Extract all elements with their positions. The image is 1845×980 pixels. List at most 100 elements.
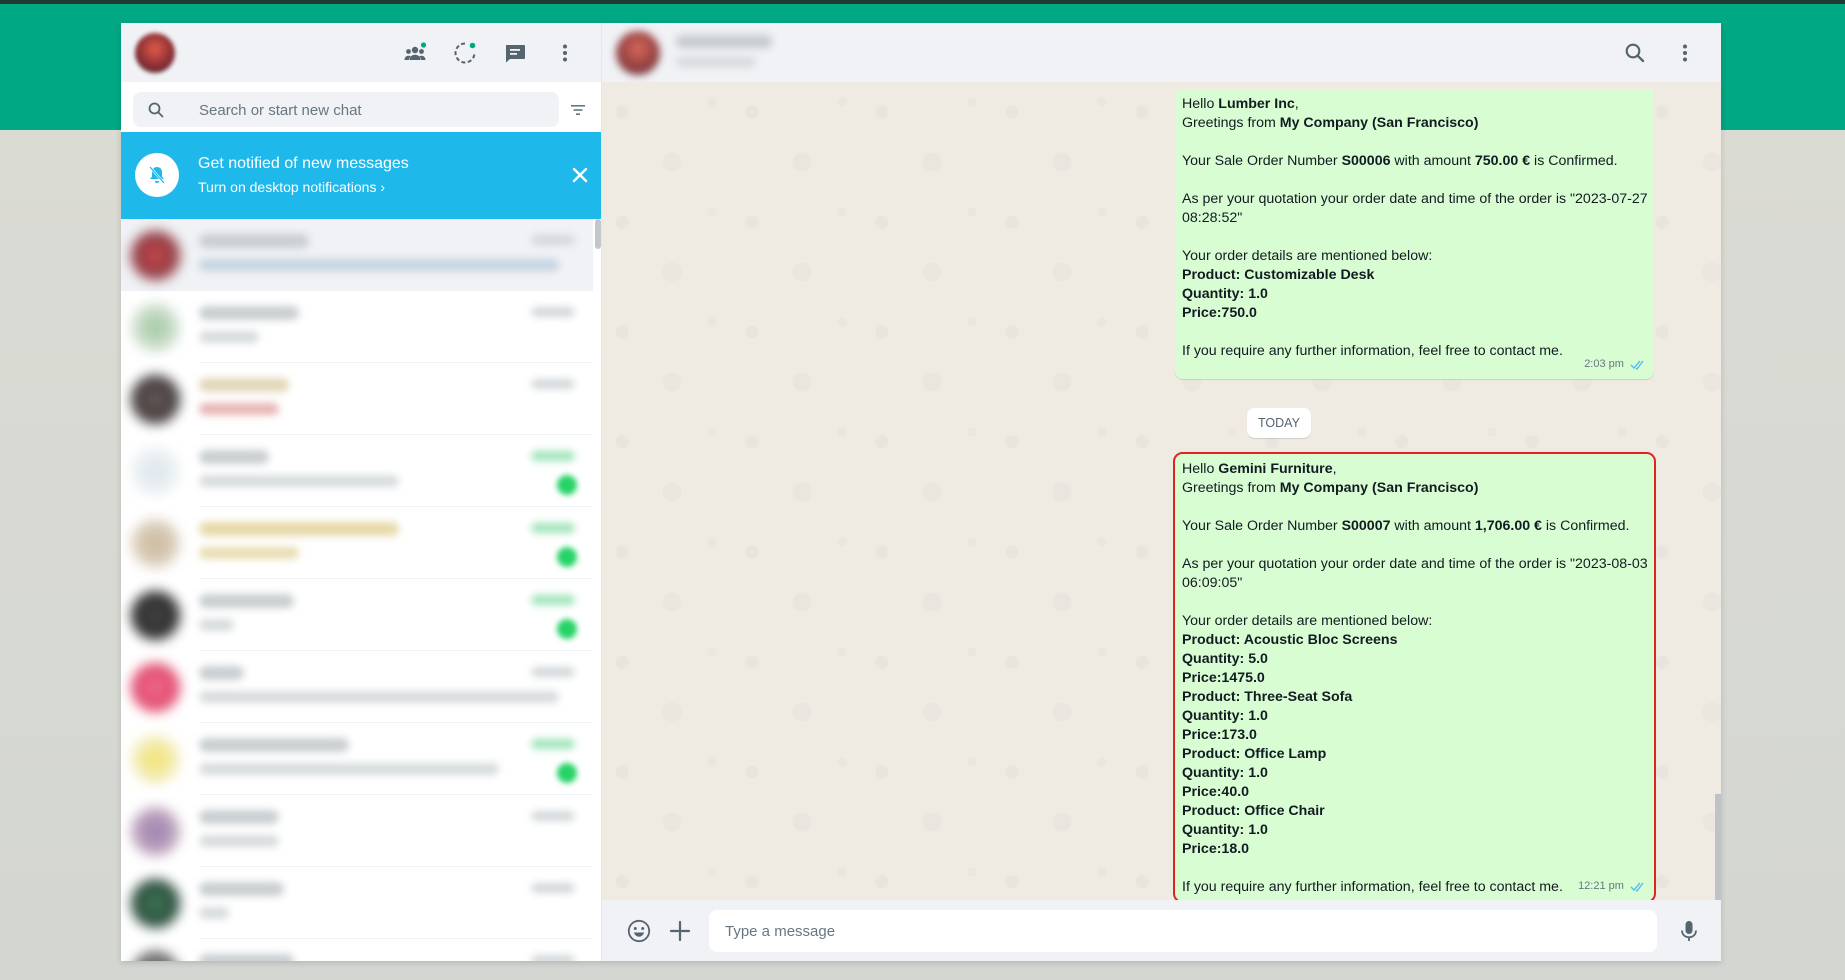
- chat-preview-blurred: [199, 691, 559, 703]
- message-bold-text: Gemini Furniture: [1218, 461, 1333, 477]
- message-area: Hello Lumber Inc, Greetings from My Compa…: [602, 82, 1721, 922]
- message-line: Product: Office Lamp: [1182, 745, 1647, 764]
- message-line: Quantity: 1.0: [1182, 821, 1647, 840]
- conversation-panel: Hello Lumber Inc, Greetings from My Compa…: [602, 23, 1721, 961]
- message-text-span: with amount: [1390, 153, 1475, 169]
- message-line: [1182, 536, 1647, 555]
- chat-avatar: [131, 375, 180, 424]
- message-bold-text: Product: Office Lamp: [1182, 746, 1327, 762]
- chat-list: [121, 219, 593, 961]
- message-line: Quantity: 1.0: [1182, 285, 1647, 304]
- chat-preview-blurred: [199, 619, 234, 631]
- message-text-span: is Confirmed.: [1541, 518, 1630, 534]
- chat-name-blurred: [199, 450, 269, 464]
- message-bold-text: Quantity: 1.0: [1182, 708, 1268, 724]
- double-check-icon: [1630, 360, 1644, 370]
- message-text-span: Your order details are mentioned below:: [1182, 613, 1433, 629]
- message-text: Hello Gemini Furniture, Greetings from My…: [1182, 460, 1648, 897]
- day-separator: TODAY: [1247, 408, 1311, 438]
- sidebar-scrollbar[interactable]: [595, 219, 601, 249]
- enable-notifications-link[interactable]: Turn on desktop notifications ›: [198, 179, 385, 195]
- message-line: Price:173.0: [1182, 726, 1647, 745]
- message-text-span: Greetings from: [1182, 115, 1280, 131]
- profile-avatar[interactable]: [135, 33, 175, 73]
- chat-list-item[interactable]: [121, 795, 593, 867]
- message-bold-text: Product: Customizable Desk: [1182, 267, 1375, 283]
- chat-list-item[interactable]: [121, 651, 593, 723]
- close-icon[interactable]: [568, 163, 592, 187]
- message-line: If you require any further information, …: [1182, 342, 1647, 361]
- chat-preview-blurred: [199, 763, 499, 775]
- status-icon[interactable]: [452, 40, 478, 66]
- chat-name-blurred: [199, 666, 244, 680]
- search-box: [133, 92, 559, 129]
- chat-list-item[interactable]: [121, 435, 593, 507]
- microphone-icon[interactable]: [1676, 918, 1702, 944]
- message-text-span: 06:09:05": [1182, 575, 1243, 591]
- message-bold-text: My Company (San Francisco): [1279, 480, 1479, 496]
- emoji-icon[interactable]: [626, 918, 652, 944]
- message-input[interactable]: [709, 910, 1657, 952]
- search-input[interactable]: [197, 92, 541, 129]
- message-bold-text: 1,706.00 €: [1474, 518, 1542, 534]
- chat-list-item[interactable]: [121, 579, 593, 651]
- chat-list-item[interactable]: [121, 507, 593, 579]
- chat-name-blurred: [199, 306, 299, 320]
- contact-name-blurred[interactable]: [676, 35, 772, 48]
- message-line: Hello Gemini Furniture,: [1182, 460, 1647, 479]
- message-bold-text: Product: Acoustic Bloc Screens: [1182, 632, 1398, 648]
- chat-preview-blurred: [199, 547, 299, 559]
- filter-icon[interactable]: [568, 100, 588, 120]
- message-text-span: If you require any further information, …: [1182, 879, 1563, 895]
- message-text-span: is Confirmed.: [1530, 153, 1618, 169]
- outgoing-message[interactable]: Hello Gemini Furniture, Greetings from My…: [1173, 452, 1656, 903]
- chat-time-blurred: [531, 523, 575, 533]
- message-line: As per your quotation your order date an…: [1182, 190, 1648, 209]
- message-line: Price:750.0: [1182, 304, 1647, 323]
- date-chip: TODAY: [1247, 408, 1311, 438]
- message-line: [1182, 133, 1647, 152]
- menu-icon[interactable]: [552, 40, 578, 66]
- chat-name-blurred: [199, 882, 284, 896]
- outgoing-message[interactable]: Hello Lumber Inc, Greetings from My Compa…: [1175, 89, 1654, 379]
- message-bold-text: My Company (San Francisco): [1279, 115, 1479, 131]
- message-line: Price:1475.0: [1182, 669, 1647, 688]
- notification-title: Get notified of new messages: [198, 155, 409, 172]
- chat-preview-blurred: [199, 331, 259, 343]
- communities-icon[interactable]: [402, 40, 428, 66]
- chat-list-item[interactable]: [121, 363, 593, 435]
- chat-avatar: [131, 231, 180, 280]
- contact-avatar[interactable]: [616, 31, 660, 75]
- message-meta: 12:21 pm: [1578, 877, 1646, 896]
- message-bold-text: Price:40.0: [1182, 784, 1250, 800]
- unread-badge: [557, 619, 577, 639]
- message-line: Product: Three-Seat Sofa: [1182, 688, 1647, 707]
- message-line: [1182, 323, 1647, 342]
- chat-list-item[interactable]: [121, 939, 593, 961]
- message-line: 06:09:05": [1182, 574, 1647, 593]
- chat-name-blurred: [199, 594, 294, 608]
- message-time: 12:21 pm: [1578, 880, 1624, 892]
- message-line: Product: Acoustic Bloc Screens: [1182, 631, 1647, 650]
- attach-plus-icon[interactable]: [667, 918, 693, 944]
- chat-name-blurred: [199, 522, 399, 536]
- chat-name-blurred: [199, 234, 309, 248]
- new-chat-icon[interactable]: [502, 40, 528, 66]
- chat-list-item[interactable]: [121, 723, 593, 795]
- message-line: [1182, 593, 1647, 612]
- chat-name-blurred: [199, 810, 279, 824]
- chat-avatar: [131, 735, 180, 784]
- message-text-span: Your Sale Order Number: [1182, 153, 1342, 169]
- contact-status-blurred: [676, 57, 756, 67]
- unread-badge: [557, 763, 577, 783]
- chat-time-blurred: [531, 595, 575, 605]
- conversation-menu-icon[interactable]: [1672, 40, 1698, 66]
- search-messages-icon[interactable]: [1622, 40, 1648, 66]
- message-text-span: As per your quotation your order date an…: [1182, 556, 1648, 572]
- chat-avatar: [131, 591, 180, 640]
- message-text-span: ,: [1332, 461, 1337, 477]
- chat-list-item[interactable]: [121, 867, 593, 939]
- chat-list-item[interactable]: [121, 219, 593, 291]
- chat-list-item[interactable]: [121, 291, 593, 363]
- message-text-span: 08:28:52": [1182, 210, 1243, 226]
